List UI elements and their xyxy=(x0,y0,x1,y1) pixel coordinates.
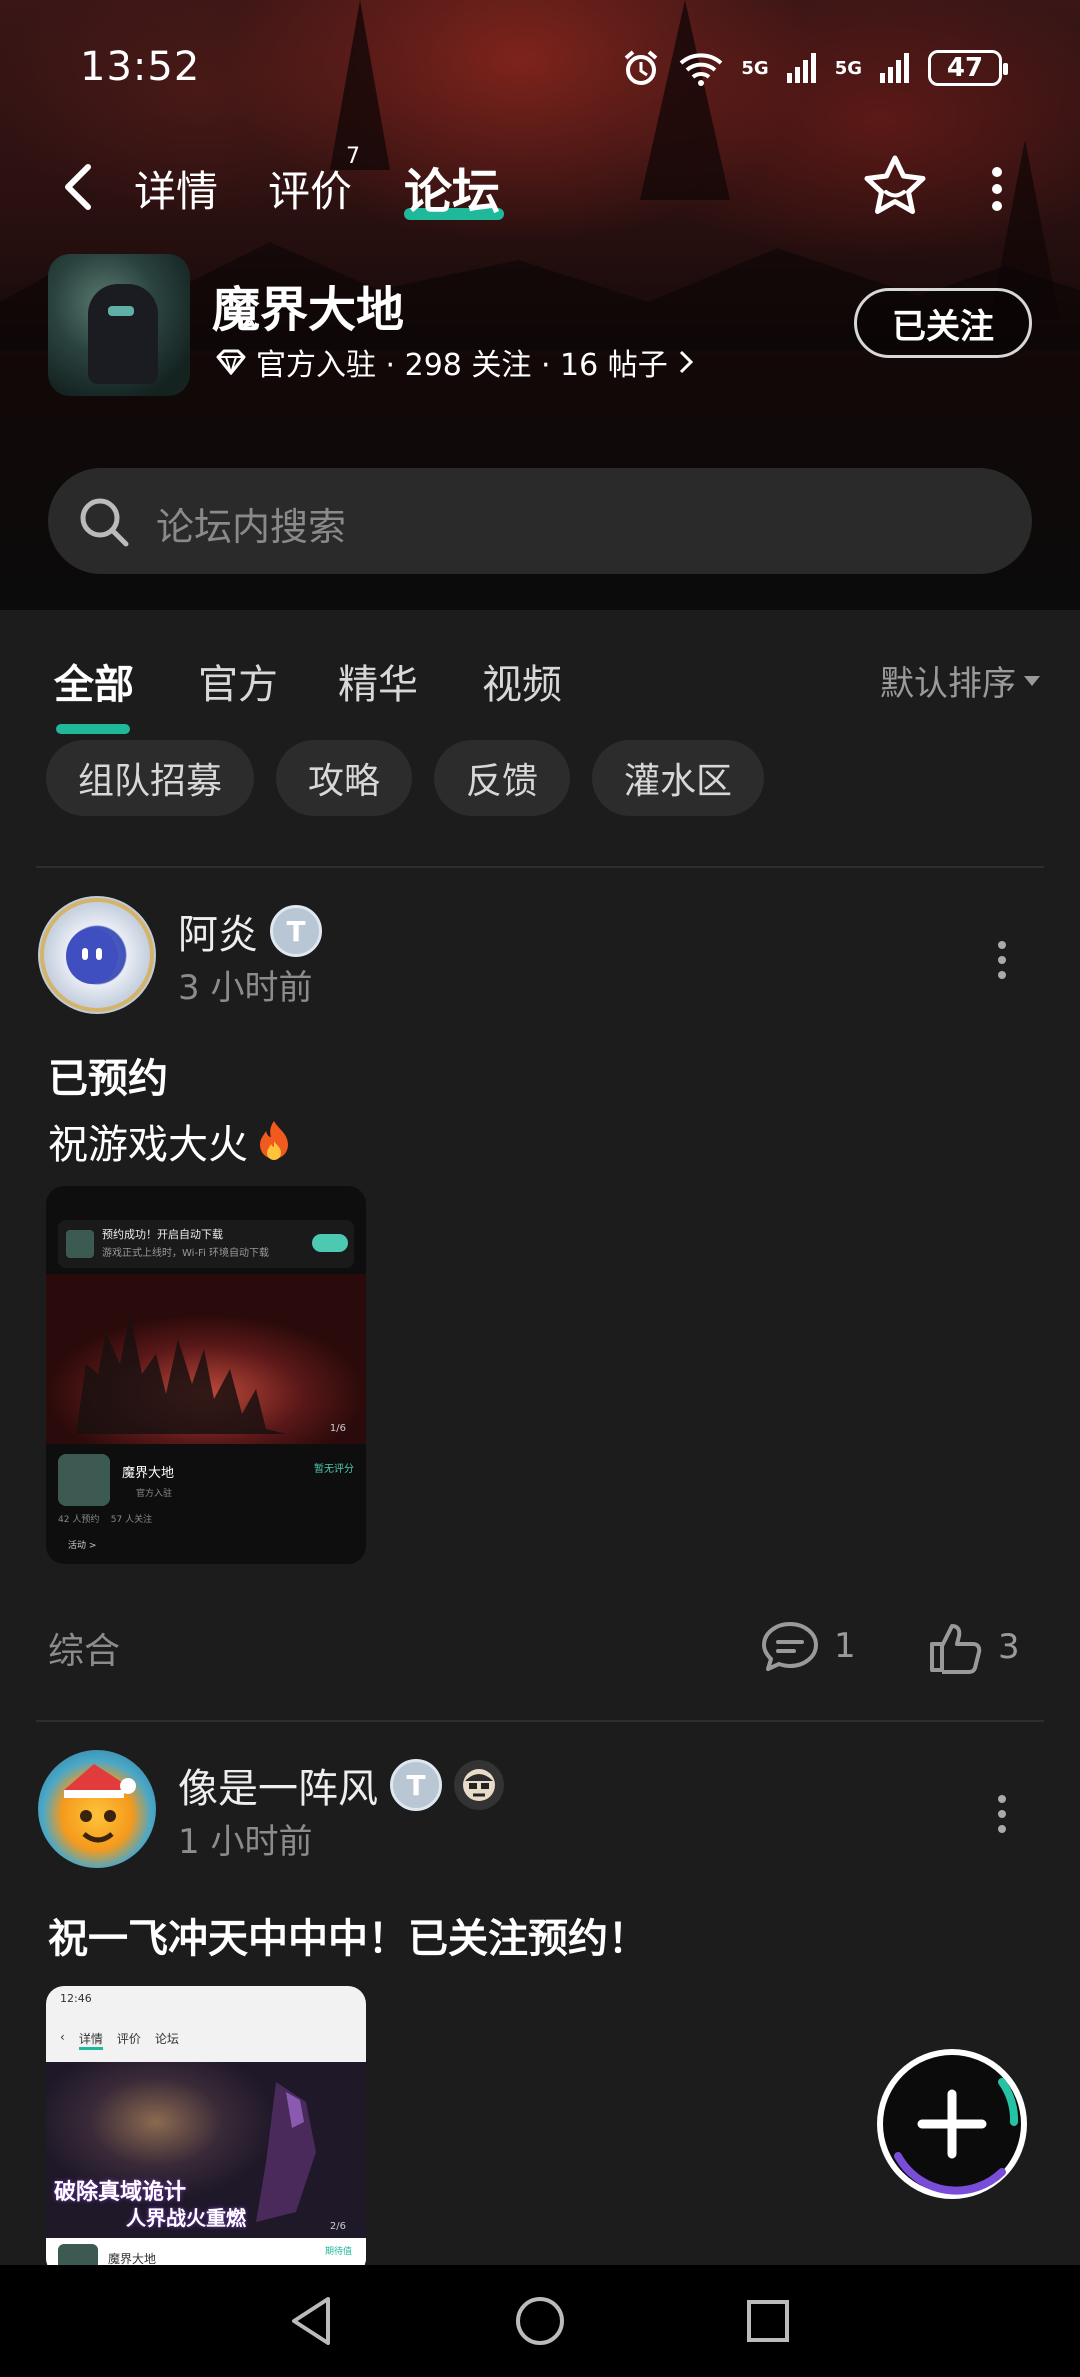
image-tab-details: 详情 xyxy=(78,2030,103,2050)
more-options-icon[interactable] xyxy=(982,164,1012,214)
like-stat[interactable]: 3 xyxy=(928,1620,1020,1674)
wifi-icon xyxy=(680,53,723,86)
chip-feedback[interactable]: 反馈 xyxy=(434,740,571,816)
divider xyxy=(36,1720,1044,1722)
image-rating: 期待值 xyxy=(324,2247,352,2257)
avatar[interactable] xyxy=(38,1750,156,1868)
search-placeholder: 论坛内搜索 xyxy=(156,505,347,549)
image-counter: 2/6 xyxy=(329,2221,346,2232)
tab-reviews[interactable]: 评价 xyxy=(268,158,352,219)
app-name: 魔界大地 xyxy=(212,282,405,338)
signal-icon-2 xyxy=(880,53,909,83)
header-artwork: 13:52 5G 5G 47 详情 评价 7 论坛 魔界大地 官方入驻 · 29… xyxy=(0,0,1080,610)
sort-label: 默认排序 xyxy=(880,664,1016,704)
image-app-name: 魔界大地 xyxy=(122,1466,175,1481)
user-level-badge: T xyxy=(390,1759,442,1811)
post-more-icon[interactable] xyxy=(996,940,1008,980)
image-tab-forum: 论坛 xyxy=(154,2032,179,2046)
comment-count: 1 xyxy=(834,1626,856,1666)
username[interactable]: 阿炎 xyxy=(178,902,258,960)
image-counter: 1/6 xyxy=(329,1423,346,1434)
forum-content: 全部 官方 精华 视频 默认排序 组队招募 攻略 反馈 灌水区 阿炎 T 3 小… xyxy=(0,610,1080,2276)
sort-dropdown[interactable]: 默认排序 xyxy=(880,656,1040,705)
diamond-icon xyxy=(216,349,246,375)
image-stats: 42 人预约 57 人关注 xyxy=(58,1515,153,1525)
filter-tab-underline xyxy=(56,724,130,734)
category-chips: 组队招募 攻略 反馈 灌水区 xyxy=(46,740,765,816)
image-tab-reviews: 评价 xyxy=(116,2032,141,2046)
app-meta[interactable]: 官方入驻 · 298 关注 · 16 帖子 xyxy=(216,340,694,384)
image-official: 官方入驻 xyxy=(136,1489,173,1499)
top-nav: 详情 评价 7 论坛 xyxy=(0,140,1080,230)
status-time: 13:52 xyxy=(80,44,201,90)
forum-filter-tabs: 全部 官方 精华 视频 默认排序 xyxy=(0,640,1080,734)
reviews-count-badge: 7 xyxy=(346,144,360,169)
image-toast-title: 预约成功！开启自动下载 xyxy=(102,1228,223,1241)
alarm-icon xyxy=(625,50,658,85)
signal-icon xyxy=(786,53,816,83)
filter-tab-all[interactable]: 全部 xyxy=(54,652,134,710)
avatar[interactable] xyxy=(38,896,156,1014)
nav-home-icon[interactable] xyxy=(514,2295,566,2347)
like-icon xyxy=(930,1624,982,1674)
post-title: 已预约 xyxy=(48,1056,168,1102)
chip-guides[interactable]: 攻略 xyxy=(276,740,413,816)
username[interactable]: 像是一阵风 xyxy=(178,1756,378,1814)
comment-stat[interactable]: 1 xyxy=(760,1620,856,1672)
post-item[interactable]: 阿炎 T 3 小时前 已预约 祝游戏大火 预约成功！开启自动下载 游戏正式上线时… xyxy=(0,896,1080,1674)
image-time: 12:46 xyxy=(60,1992,92,2005)
post-more-icon[interactable] xyxy=(996,1794,1008,1834)
status-bar: 13:52 5G 5G 47 xyxy=(0,0,1080,130)
post-category[interactable]: 综合 xyxy=(48,1622,120,1674)
network-type-2: 5G xyxy=(834,57,862,79)
battery-indicator: 47 xyxy=(928,50,1008,86)
system-navigation-bar xyxy=(0,2265,1080,2377)
post-time: 1 小时前 xyxy=(178,1822,313,1862)
tab-forum[interactable]: 论坛 xyxy=(404,152,500,222)
filter-tab-featured[interactable]: 精华 xyxy=(338,652,418,710)
image-activity: 活动 > xyxy=(68,1541,97,1551)
app-info: 魔界大地 官方入驻 · 298 关注 · 16 帖子 已关注 xyxy=(0,250,1080,400)
post-title: 祝一飞冲天中中中！已关注预约！ xyxy=(48,1916,648,1962)
divider xyxy=(36,866,1044,868)
filter-tab-official[interactable]: 官方 xyxy=(198,652,278,710)
favorite-star-icon[interactable] xyxy=(860,152,930,222)
post-body: 祝游戏大火 xyxy=(48,1122,248,1168)
image-toast-sub: 游戏正式上线时，Wi-Fi 环境自动下载 xyxy=(102,1248,270,1259)
comment-icon xyxy=(762,1622,818,1671)
fire-icon xyxy=(260,1121,288,1160)
post-image[interactable]: 预约成功！开启自动下载 游戏正式上线时，Wi-Fi 环境自动下载 1/6 魔界大… xyxy=(46,1186,366,1564)
app-meta-text: 官方入驻 · 298 关注 · 16 帖子 xyxy=(256,348,668,383)
nav-recents-icon[interactable] xyxy=(746,2299,790,2343)
forum-search-bar[interactable]: 论坛内搜索 xyxy=(48,468,1032,574)
filter-tab-video[interactable]: 视频 xyxy=(482,652,562,710)
search-icon xyxy=(80,498,129,547)
chip-chat[interactable]: 灌水区 xyxy=(592,740,765,816)
user-avatar-badge xyxy=(454,1760,504,1810)
tab-details[interactable]: 详情 xyxy=(134,158,218,219)
back-icon[interactable] xyxy=(58,162,98,212)
image-banner-2: 人界战火重燃 xyxy=(126,2206,246,2230)
post-image[interactable]: 12:46 ‹ 详情 评价 论坛 破除真域诡计 人界战火重燃 2/6 魔界大地 … xyxy=(46,1986,366,2276)
network-type-1: 5G xyxy=(741,57,769,79)
dropdown-arrow-icon xyxy=(1024,675,1040,686)
chevron-right-icon xyxy=(679,350,693,374)
app-icon[interactable] xyxy=(48,254,190,396)
post-time: 3 小时前 xyxy=(178,968,313,1008)
nav-back-icon[interactable] xyxy=(286,2293,336,2349)
like-count: 3 xyxy=(998,1627,1020,1667)
create-post-button[interactable] xyxy=(874,2046,1030,2202)
image-rating: 暂无评分 xyxy=(314,1464,354,1475)
post-footer: 综合 1 3 xyxy=(0,1610,1080,1680)
follow-button[interactable]: 已关注 xyxy=(854,288,1032,358)
chip-team-recruit[interactable]: 组队招募 xyxy=(46,740,255,816)
user-level-badge: T xyxy=(270,905,322,957)
